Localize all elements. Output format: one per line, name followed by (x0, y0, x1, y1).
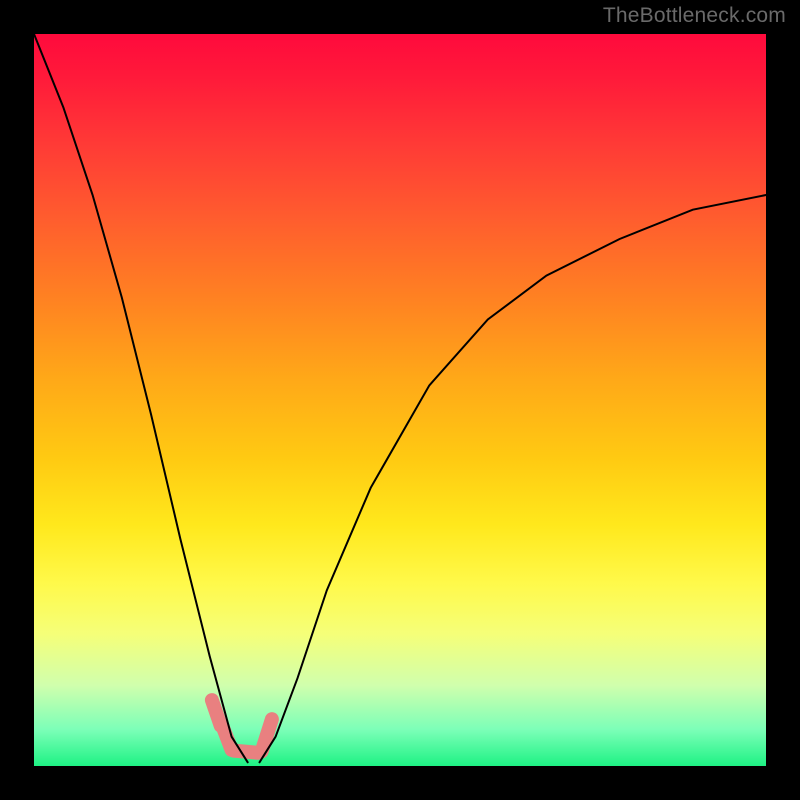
curve-group (34, 34, 766, 762)
chart-svg (0, 0, 800, 800)
watermark-text: TheBottleneck.com (603, 4, 786, 28)
series-left-curve (34, 34, 248, 762)
marker-tick-c (234, 751, 258, 753)
chart-frame: TheBottleneck.com (0, 0, 800, 800)
marker-group (212, 700, 272, 753)
series-right-curve (260, 195, 767, 762)
